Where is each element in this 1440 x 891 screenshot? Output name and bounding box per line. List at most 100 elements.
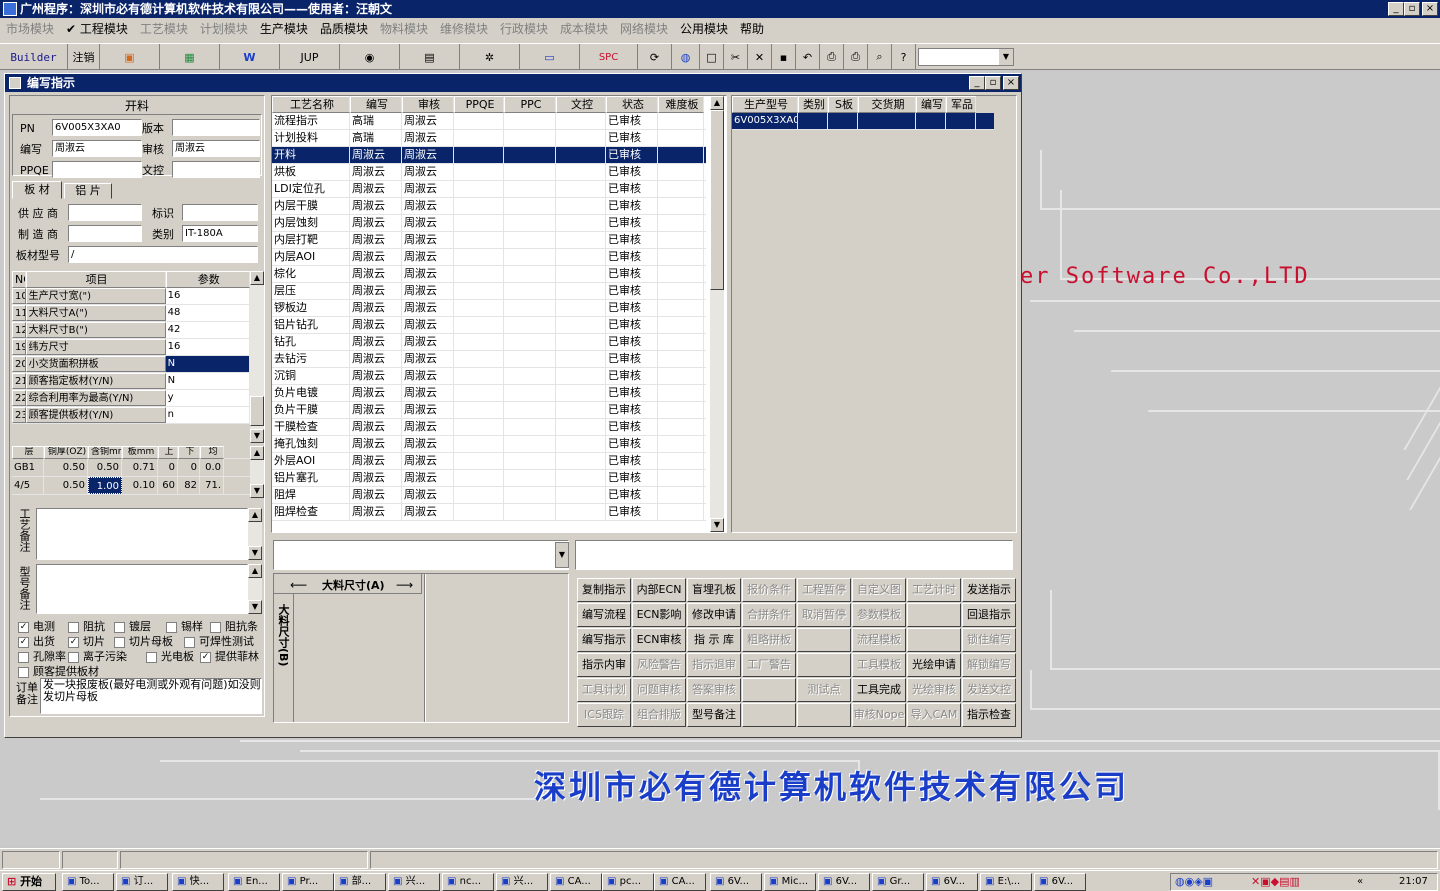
menu-item-6[interactable]: 物料模块 — [374, 20, 434, 37]
action-button[interactable]: 发送指示 — [962, 578, 1016, 602]
layers-header-cell[interactable]: 板mm — [122, 446, 158, 459]
refresh-icon[interactable]: ⟳ — [638, 44, 672, 70]
layers-cell-d[interactable]: 60 — [158, 477, 178, 494]
layers-header-cell[interactable]: 铜厚(OZ) — [44, 446, 88, 459]
layers-header-cell[interactable]: 层 — [12, 446, 44, 459]
option-checkbox[interactable]: ✓ 电测 — [18, 620, 55, 634]
database-icon[interactable]: ▤ — [400, 44, 460, 70]
menu-item-9[interactable]: 成本模块 — [554, 20, 614, 37]
option-checkbox[interactable]: ✓ 提供菲林 — [200, 650, 259, 664]
products-header-cell[interactable]: 类别 — [798, 96, 828, 113]
preview-icon[interactable]: ⎙ — [820, 44, 844, 70]
menu-item-4[interactable]: 生产模块 — [254, 20, 314, 37]
action-button[interactable]: 风险警告 — [632, 653, 686, 677]
tab-board-material[interactable]: 板 材 — [12, 181, 62, 199]
checkbox-icon[interactable] — [18, 666, 29, 678]
supplier-field[interactable] — [68, 204, 142, 221]
layers-row[interactable]: 4/5 0.50 1.00 0.10 60 82 71. — [12, 477, 250, 495]
action-button[interactable]: 编写指示 — [577, 628, 631, 652]
action-button[interactable]: 锁住编写 — [962, 628, 1016, 652]
taskbar-item[interactable]: ▣ nc... — [442, 873, 494, 891]
find-icon[interactable]: ⌕ — [868, 44, 892, 70]
action-button[interactable]: 问题审核 — [632, 678, 686, 702]
process-header-cell[interactable]: 难度板 — [658, 96, 704, 113]
taskbar-item[interactable]: ▣ CA... — [550, 873, 602, 891]
menu-item-5[interactable]: 品质模块 — [314, 20, 374, 37]
gear-icon[interactable]: ✲ — [460, 44, 520, 70]
option-checkbox[interactable]: 离子污染 — [68, 650, 127, 664]
scroll-up-icon[interactable]: ▲ — [710, 96, 724, 110]
menu-item-2[interactable]: 工艺模块 — [134, 20, 194, 37]
globe-icon[interactable]: ◍ — [672, 44, 700, 70]
process-header-cell[interactable]: PPC — [504, 96, 556, 113]
action-button[interactable]: 解锁编写 — [962, 653, 1016, 677]
process-header-cell[interactable]: 工艺名称 — [272, 96, 350, 113]
maker-field[interactable] — [68, 225, 142, 242]
scroll-down-icon[interactable]: ▼ — [250, 429, 264, 443]
option-checkbox[interactable]: 阻抗 — [68, 620, 105, 634]
process-header-cell[interactable]: 文控 — [556, 96, 606, 113]
category-field[interactable]: IT-180A — [182, 225, 258, 242]
checkbox-icon[interactable] — [210, 621, 221, 633]
process-header-cell[interactable]: 审核 — [402, 96, 454, 113]
action-button[interactable]: 组合排版 — [632, 703, 686, 727]
action-button[interactable]: 工厂警告 — [742, 653, 796, 677]
checkmark-icon[interactable]: ✓ — [68, 636, 79, 648]
taskbar-item[interactable]: ▣ 快... — [172, 873, 224, 891]
checkmark-icon[interactable]: ✓ — [18, 621, 29, 633]
action-button[interactable]: 型号备注 — [687, 703, 741, 727]
layers-cell-a[interactable]: 0.50 — [44, 477, 88, 494]
scroll-down-icon[interactable]: ▼ — [248, 600, 262, 614]
process-header-cell[interactable]: 状态 — [606, 96, 658, 113]
checkbox-icon[interactable] — [114, 621, 125, 633]
action-button[interactable]: 工具模板 — [852, 653, 906, 677]
taskbar-item[interactable]: ▣ CA... — [654, 873, 706, 891]
products-header-cell[interactable]: 交货期 — [858, 96, 916, 113]
checkbox-icon[interactable] — [68, 621, 79, 633]
taskbar-item[interactable]: ▣ 6V... — [926, 873, 978, 891]
chevron-down-icon[interactable]: ▼ — [555, 542, 569, 568]
model-note-field[interactable] — [36, 564, 248, 614]
products-header-cell[interactable]: S板 — [828, 96, 858, 113]
menu-item-3[interactable]: 计划模块 — [194, 20, 254, 37]
chevron-down-icon[interactable]: ▼ — [999, 49, 1013, 65]
action-button[interactable]: 合拼条件 — [742, 603, 796, 627]
action-button[interactable]: 复制指示 — [577, 578, 631, 602]
action-button[interactable]: 工具完成 — [852, 678, 906, 702]
params-row[interactable]: 23顾客提供板材(Y/N)n — [12, 407, 250, 424]
checkbox-icon[interactable] — [114, 636, 125, 648]
process-row[interactable]: 阻焊检查 周淑云 周淑云 已审核 — [272, 504, 706, 521]
layers-cell-c[interactable]: 0.10 — [122, 477, 158, 494]
taskbar-item[interactable]: ▣ 6V... — [1034, 873, 1086, 891]
close-button[interactable]: × — [1422, 2, 1438, 16]
layers-cell-e[interactable]: 82 — [178, 477, 200, 494]
process-row[interactable]: 掩孔蚀刻 周淑云 周淑云 已审核 — [272, 436, 706, 453]
layers-cell-e[interactable]: 0 — [178, 459, 200, 476]
action-button[interactable]: 指示内审 — [577, 653, 631, 677]
params-cell-val[interactable]: n — [165, 407, 250, 423]
process-row[interactable]: 流程指示 高瑞 周淑云 已审核 — [272, 113, 706, 130]
action-button[interactable]: 答案审核 — [687, 678, 741, 702]
taskbar-item[interactable]: ▣ 兴... — [388, 873, 440, 891]
tab-aluminum[interactable]: 铝 片 — [64, 183, 112, 199]
products-row[interactable]: 6V005X3XA0 — [732, 113, 994, 130]
view-icon[interactable]: ◉ — [340, 44, 400, 70]
author-field[interactable]: 周淑云 — [52, 140, 142, 157]
action-button[interactable] — [907, 603, 961, 627]
taskbar-item[interactable]: ▣ pc... — [602, 873, 654, 891]
tray-chevron-icon[interactable]: « — [1357, 876, 1363, 887]
taskbar-item[interactable]: ▣ Gr... — [872, 873, 924, 891]
maximize-button[interactable]: ▫ — [1404, 2, 1420, 16]
layers-cell-a[interactable]: 0.50 — [44, 459, 88, 476]
cut-icon[interactable]: ✂ — [724, 44, 748, 70]
action-button[interactable]: ECN审核 — [632, 628, 686, 652]
layers-header-cell[interactable]: 下 — [178, 446, 200, 459]
excel-icon[interactable]: ▦ — [160, 44, 220, 70]
action-button[interactable] — [742, 678, 796, 702]
process-header-cell[interactable]: PPQE — [454, 96, 504, 113]
scroll-up-icon[interactable]: ▲ — [250, 446, 264, 460]
process-row[interactable]: 计划投料 高瑞 周淑云 已审核 — [272, 130, 706, 147]
logout-button[interactable]: 注销 — [68, 44, 100, 70]
process-row[interactable]: LDI定位孔 周淑云 周淑云 已审核 — [272, 181, 706, 198]
process-header-cell[interactable]: 编写 — [350, 96, 402, 113]
